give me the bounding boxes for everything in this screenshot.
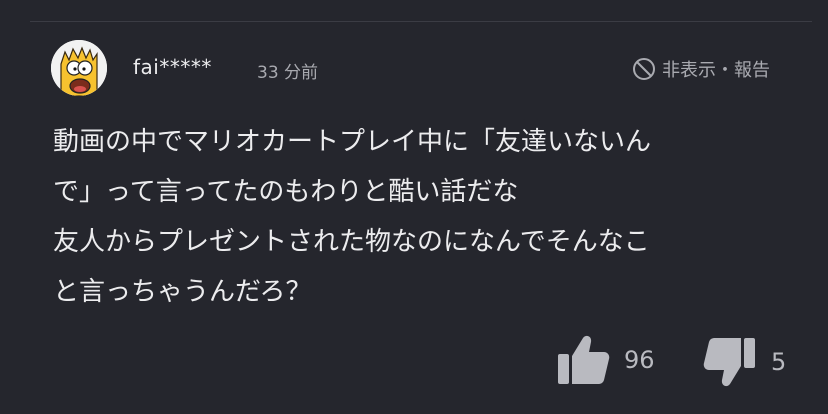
hide-report-button[interactable]: 非表示・報告	[632, 56, 770, 82]
comment-body-line: 友人からプレゼントされた物なのになんでそんなこ	[53, 227, 650, 257]
like-button[interactable]: 96	[556, 334, 655, 386]
comment-body: 動画の中でマリオカートプレイ中に「友達いないん で」って言ってたのもわりと酷い話…	[53, 117, 813, 317]
like-count: 96	[624, 346, 655, 374]
comment-body-line: で」って言ってたのもわりと酷い話だな	[53, 177, 519, 207]
thumbs-down-icon	[703, 338, 755, 387]
timestamp: 33 分前	[257, 63, 319, 83]
dislike-count: 5	[771, 348, 787, 376]
thumbs-up-icon	[558, 335, 610, 384]
comment-body-line: と言っちゃうんだろ？	[53, 277, 312, 307]
avatar-cartoon-icon	[51, 40, 107, 96]
no-entry-icon	[633, 58, 655, 80]
hide-report-label: 非表示・報告	[662, 60, 770, 81]
dislike-button[interactable]: 5	[703, 336, 786, 388]
username[interactable]: fai*****	[133, 55, 212, 79]
avatar[interactable]	[51, 40, 107, 96]
comment-body-line: 動画の中でマリオカートプレイ中に「友達いないん	[53, 127, 652, 157]
comment-item: fai***** 33 分前 非表示・報告 動画の中でマリオカートプレイ中に「友…	[0, 0, 828, 414]
